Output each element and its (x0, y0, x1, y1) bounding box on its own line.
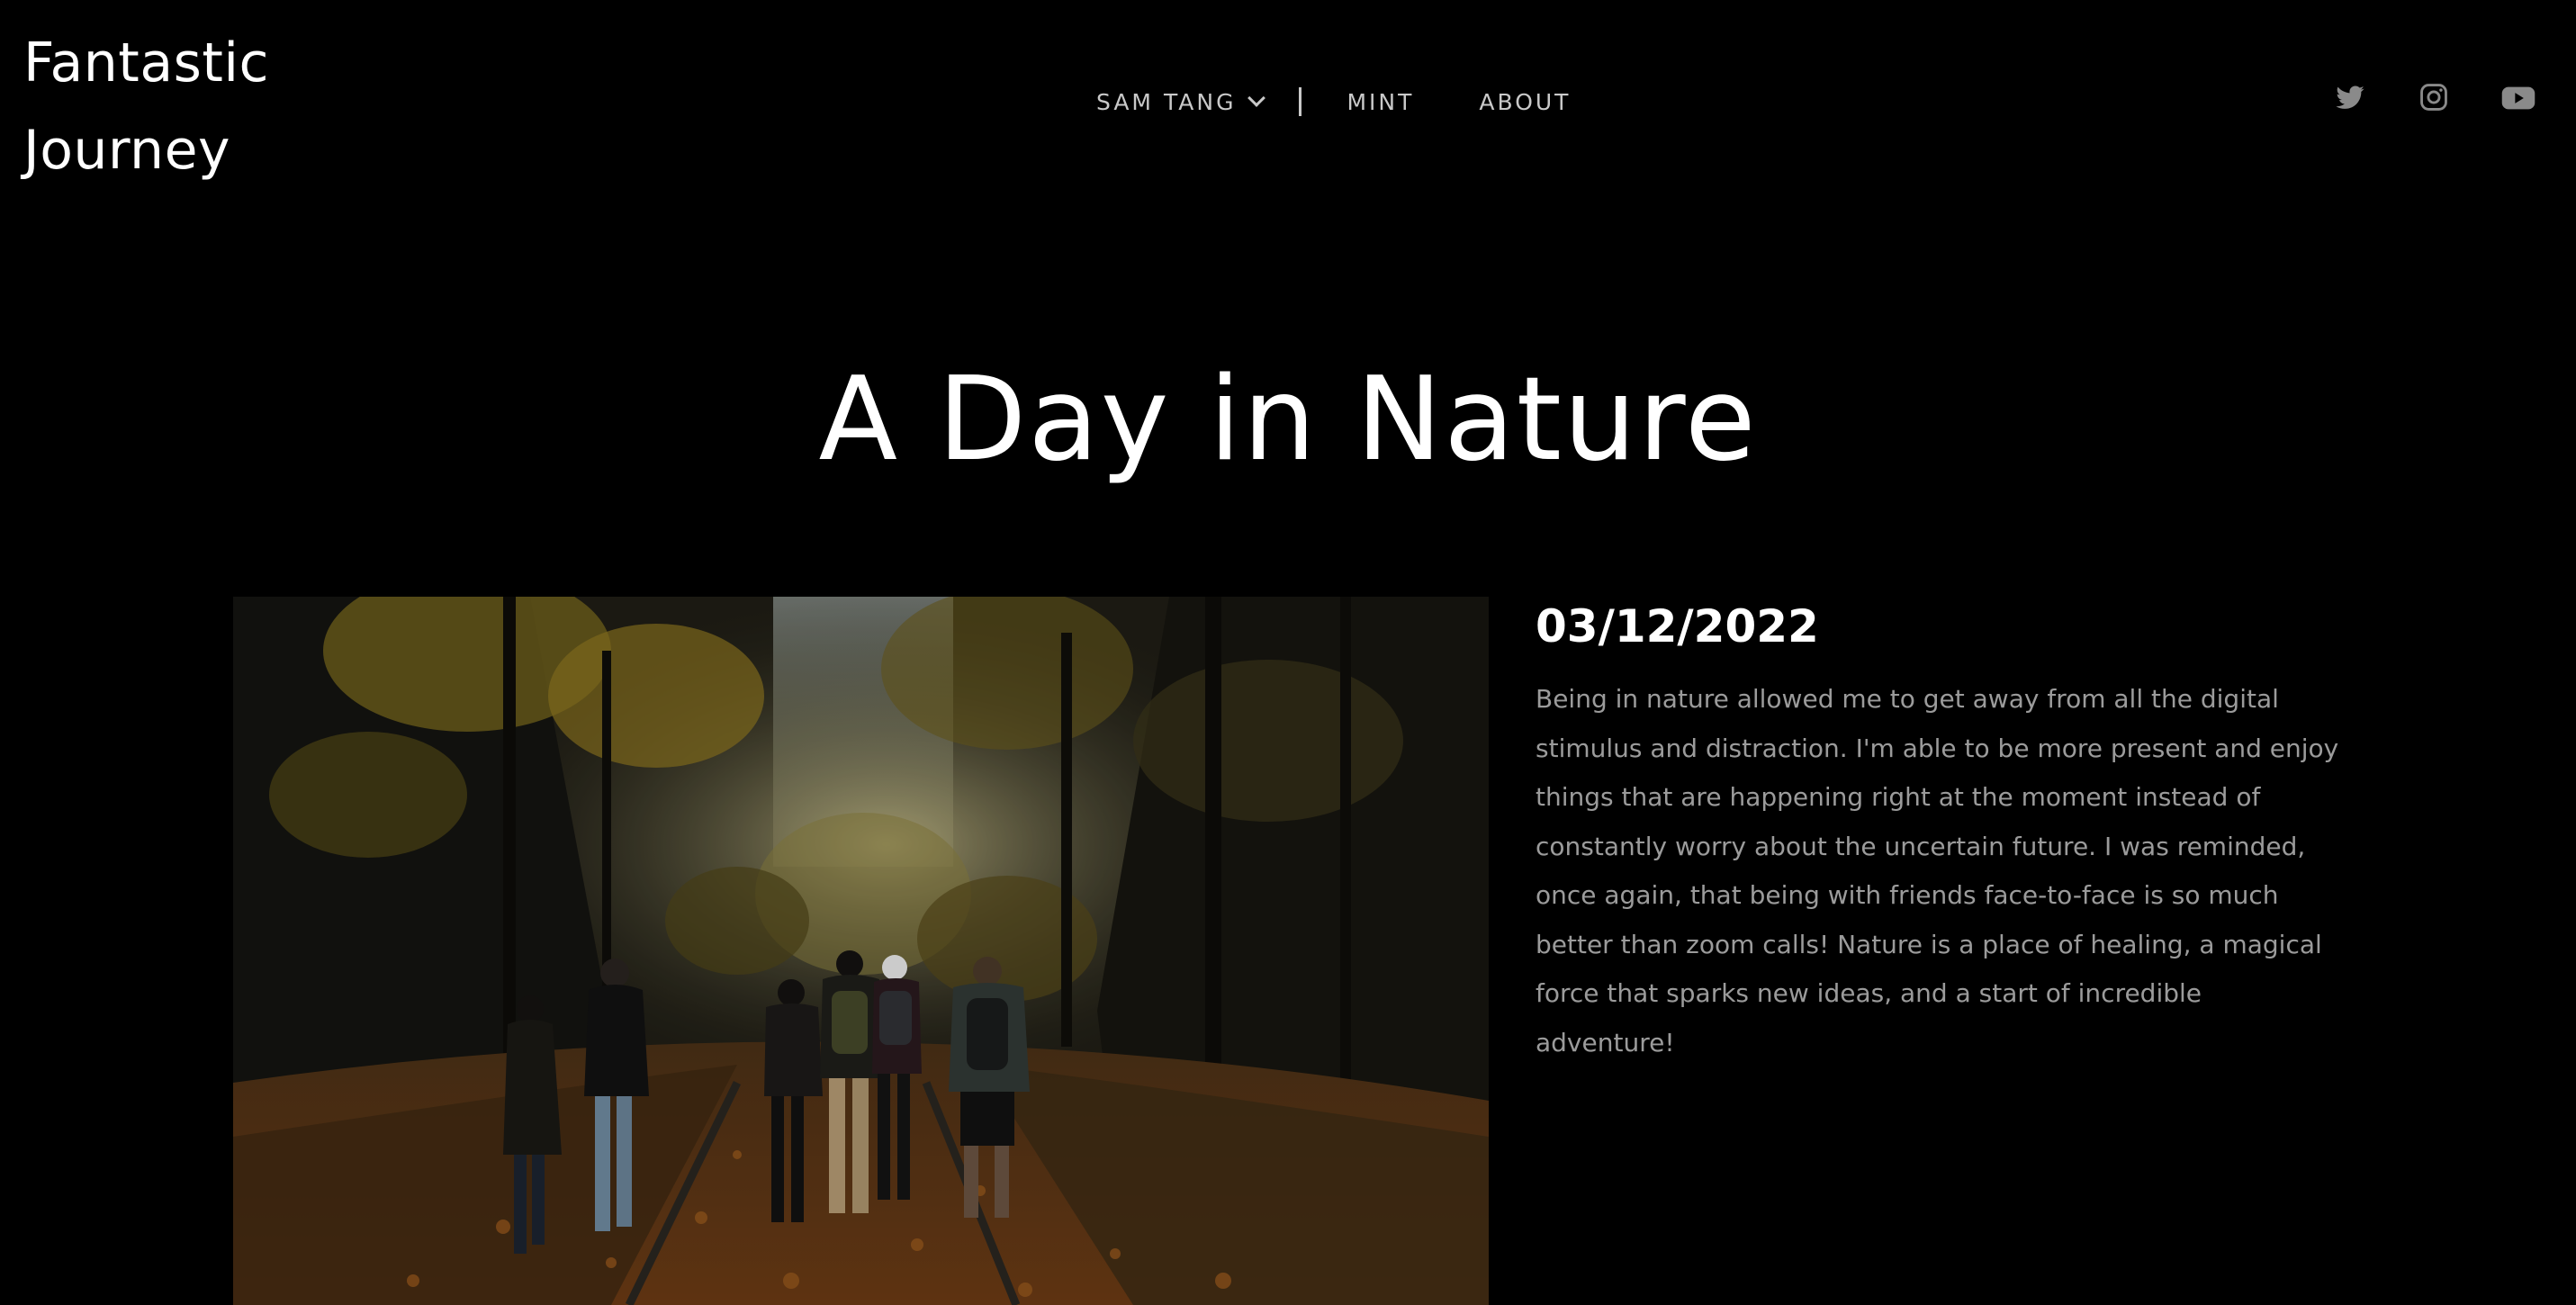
instagram-icon[interactable] (2418, 82, 2449, 112)
site-logo[interactable]: Fantastic Journey (23, 20, 269, 194)
hero-photo (233, 597, 1489, 1305)
chevron-down-icon (1247, 89, 1266, 107)
logo-line-1: Fantastic (23, 32, 270, 94)
youtube-icon[interactable] (2501, 83, 2535, 113)
main-nav: SAM TANG MINT ABOUT (1096, 81, 1571, 122)
nav-item-about[interactable]: ABOUT (1479, 89, 1571, 115)
post-date: 03/12/2022 (1536, 600, 1819, 652)
nav-item-label: MINT (1347, 88, 1415, 115)
site-header: Fantastic Journey SAM TANG MINT ABOUT (0, 0, 2576, 207)
nav-item-label: SAM TANG (1096, 88, 1237, 115)
nav-divider (1299, 87, 1302, 116)
nav-item-sam-tang[interactable]: SAM TANG (1096, 88, 1266, 115)
forest-hikers-photo (233, 597, 1489, 1305)
nav-item-label: ABOUT (1479, 88, 1572, 115)
twitter-icon[interactable] (2335, 83, 2365, 113)
post-body: Being in nature allowed me to get away f… (1536, 684, 2339, 1058)
nav-item-mint[interactable]: MINT (1347, 89, 1414, 115)
page-title: A Day in Nature (818, 353, 1758, 487)
logo-line-2: Journey (23, 119, 230, 182)
